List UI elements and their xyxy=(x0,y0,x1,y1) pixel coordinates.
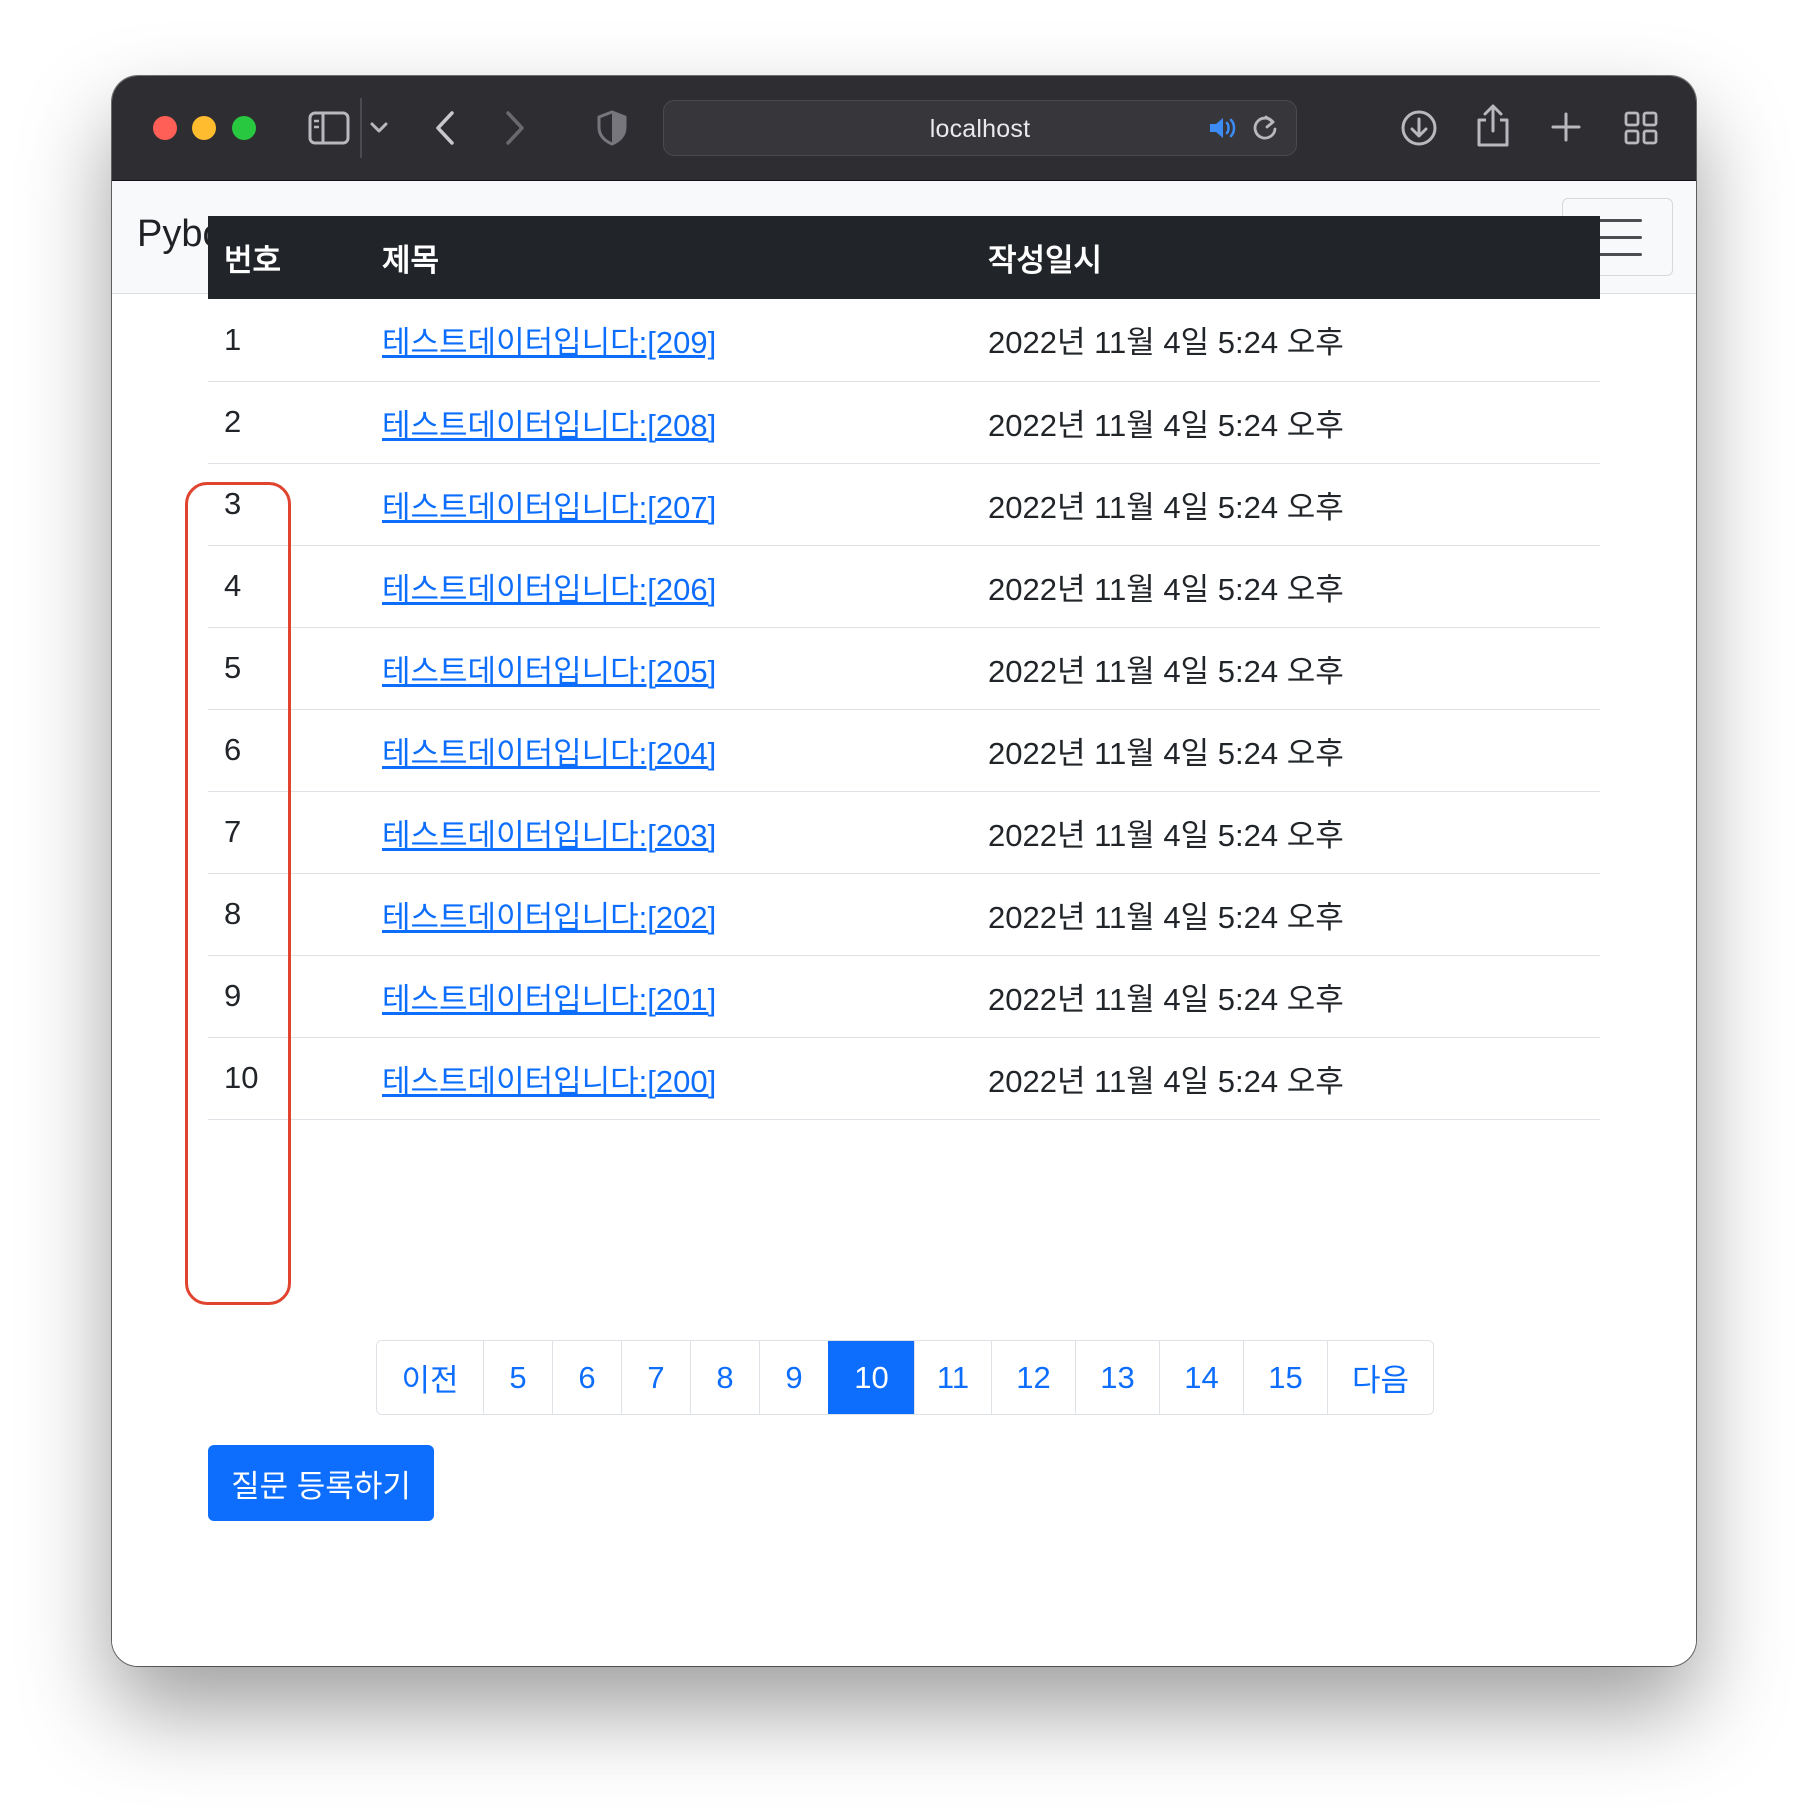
row-number: 4 xyxy=(208,545,366,628)
pagination: 이전 5 6 7 8 9 10 11 12 13 14 15 다음 xyxy=(376,1340,1434,1415)
share-icon[interactable] xyxy=(1476,104,1510,148)
row-date: 2022년 11월 4일 5:24 오후 xyxy=(972,1037,1600,1120)
question-link[interactable]: 테스트데이터입니다:[209] xyxy=(382,325,716,360)
table-body: 1 테스트데이터입니다:[209] 2022년 11월 4일 5:24 오후 2… xyxy=(208,299,1600,1120)
table-row: 9 테스트데이터입니다:[201] 2022년 11월 4일 5:24 오후 xyxy=(208,955,1600,1038)
row-subject: 테스트데이터입니다:[205] xyxy=(366,627,972,710)
page-link-8[interactable]: 8 xyxy=(690,1341,759,1414)
speaker-icon[interactable] xyxy=(1208,115,1238,141)
row-number: 7 xyxy=(208,791,366,874)
row-number: 2 xyxy=(208,381,366,464)
close-window-button[interactable] xyxy=(153,116,177,140)
question-link[interactable]: 테스트데이터입니다:[200] xyxy=(382,1064,716,1099)
question-link[interactable]: 테스트데이터입니다:[205] xyxy=(382,654,716,689)
row-subject: 테스트데이터입니다:[208] xyxy=(366,381,972,464)
row-subject: 테스트데이터입니다:[204] xyxy=(366,709,972,792)
new-tab-icon[interactable] xyxy=(1550,111,1582,143)
forward-icon[interactable] xyxy=(504,110,526,146)
url-text: localhost xyxy=(929,115,1031,143)
row-date: 2022년 11월 4일 5:24 오후 xyxy=(972,873,1600,956)
table-row: 1 테스트데이터입니다:[209] 2022년 11월 4일 5:24 오후 xyxy=(208,299,1600,382)
question-link[interactable]: 테스트데이터입니다:[207] xyxy=(382,490,716,525)
column-header-number: 번호 xyxy=(224,243,282,278)
row-number: 8 xyxy=(208,873,366,956)
row-subject: 테스트데이터입니다:[207] xyxy=(366,463,972,546)
row-subject: 테스트데이터입니다:[201] xyxy=(366,955,972,1038)
row-subject: 테스트데이터입니다:[200] xyxy=(366,1037,972,1120)
page-prev[interactable]: 이전 xyxy=(377,1341,483,1414)
page-link-5[interactable]: 5 xyxy=(483,1341,552,1414)
table-row: 5 테스트데이터입니다:[205] 2022년 11월 4일 5:24 오후 xyxy=(208,627,1600,710)
register-question-button[interactable]: 질문 등록하기 xyxy=(208,1445,434,1521)
shield-icon[interactable] xyxy=(597,110,627,146)
table-row: 3 테스트데이터입니다:[207] 2022년 11월 4일 5:24 오후 xyxy=(208,463,1600,546)
row-date: 2022년 11월 4일 5:24 오후 xyxy=(972,791,1600,874)
back-icon[interactable] xyxy=(434,110,456,146)
screenshot-stage: localhost Pybo 번호 제목 작성일시 1 테스트데이터입니다:[2… xyxy=(0,0,1808,1814)
sidebar-icon[interactable] xyxy=(308,111,350,145)
address-bar[interactable]: localhost xyxy=(663,100,1297,156)
row-date: 2022년 11월 4일 5:24 오후 xyxy=(972,955,1600,1038)
page-link-14[interactable]: 14 xyxy=(1159,1341,1243,1414)
row-subject: 테스트데이터입니다:[203] xyxy=(366,791,972,874)
row-date: 2022년 11월 4일 5:24 오후 xyxy=(972,381,1600,464)
table-header: 번호 제목 작성일시 xyxy=(208,216,1600,299)
row-subject: 테스트데이터입니다:[202] xyxy=(366,873,972,956)
row-number: 1 xyxy=(208,299,366,382)
toolbar-divider xyxy=(360,98,362,158)
column-header-subject: 제목 xyxy=(382,243,440,278)
web-page: Pybo 번호 제목 작성일시 1 테스트데이터입니다:[209] 2022년 … xyxy=(112,181,1696,1666)
question-link[interactable]: 테스트데이터입니다:[208] xyxy=(382,408,716,443)
question-link[interactable]: 테스트데이터입니다:[204] xyxy=(382,736,716,771)
question-link[interactable]: 테스트데이터입니다:[201] xyxy=(382,982,716,1017)
page-link-6[interactable]: 6 xyxy=(552,1341,621,1414)
tab-overview-icon[interactable] xyxy=(1624,111,1658,145)
table-row: 8 테스트데이터입니다:[202] 2022년 11월 4일 5:24 오후 xyxy=(208,873,1600,956)
row-number: 3 xyxy=(208,463,366,546)
question-link[interactable]: 테스트데이터입니다:[202] xyxy=(382,900,716,935)
page-next[interactable]: 다음 xyxy=(1327,1341,1433,1414)
question-table: 번호 제목 작성일시 1 테스트데이터입니다:[209] 2022년 11월 4… xyxy=(208,216,1600,1120)
table-row: 7 테스트데이터입니다:[203] 2022년 11월 4일 5:24 오후 xyxy=(208,791,1600,874)
table-row: 2 테스트데이터입니다:[208] 2022년 11월 4일 5:24 오후 xyxy=(208,381,1600,464)
row-number: 5 xyxy=(208,627,366,710)
download-icon[interactable] xyxy=(1400,109,1438,147)
row-number: 10 xyxy=(208,1037,366,1120)
row-number: 6 xyxy=(208,709,366,792)
page-link-11[interactable]: 11 xyxy=(914,1341,991,1414)
table-header-row: 번호 제목 작성일시 xyxy=(208,216,1600,299)
page-link-15[interactable]: 15 xyxy=(1243,1341,1327,1414)
zoom-window-button[interactable] xyxy=(232,116,256,140)
question-link[interactable]: 테스트데이터입니다:[203] xyxy=(382,818,716,853)
row-subject: 테스트데이터입니다:[206] xyxy=(366,545,972,628)
page-link-12[interactable]: 12 xyxy=(991,1341,1075,1414)
row-date: 2022년 11월 4일 5:24 오후 xyxy=(972,299,1600,382)
chevron-down-icon[interactable] xyxy=(370,122,388,134)
question-link[interactable]: 테스트데이터입니다:[206] xyxy=(382,572,716,607)
column-header-date: 작성일시 xyxy=(988,243,1103,278)
table-row: 6 테스트데이터입니다:[204] 2022년 11월 4일 5:24 오후 xyxy=(208,709,1600,792)
row-number: 9 xyxy=(208,955,366,1038)
page-link-13[interactable]: 13 xyxy=(1075,1341,1159,1414)
browser-window: localhost Pybo 번호 제목 작성일시 1 테스트데이터입니다:[2… xyxy=(112,76,1696,1666)
row-date: 2022년 11월 4일 5:24 오후 xyxy=(972,709,1600,792)
row-date: 2022년 11월 4일 5:24 오후 xyxy=(972,545,1600,628)
browser-toolbar: localhost xyxy=(112,76,1696,181)
reload-icon[interactable] xyxy=(1251,114,1279,142)
minimize-window-button[interactable] xyxy=(192,116,216,140)
row-date: 2022년 11월 4일 5:24 오후 xyxy=(972,627,1600,710)
page-link-9[interactable]: 9 xyxy=(759,1341,828,1414)
row-date: 2022년 11월 4일 5:24 오후 xyxy=(972,463,1600,546)
table-row: 10 테스트데이터입니다:[200] 2022년 11월 4일 5:24 오후 xyxy=(208,1037,1600,1120)
row-subject: 테스트데이터입니다:[209] xyxy=(366,299,972,382)
page-link-7[interactable]: 7 xyxy=(621,1341,690,1414)
page-link-10-active[interactable]: 10 xyxy=(828,1341,914,1414)
table-row: 4 테스트데이터입니다:[206] 2022년 11월 4일 5:24 오후 xyxy=(208,545,1600,628)
